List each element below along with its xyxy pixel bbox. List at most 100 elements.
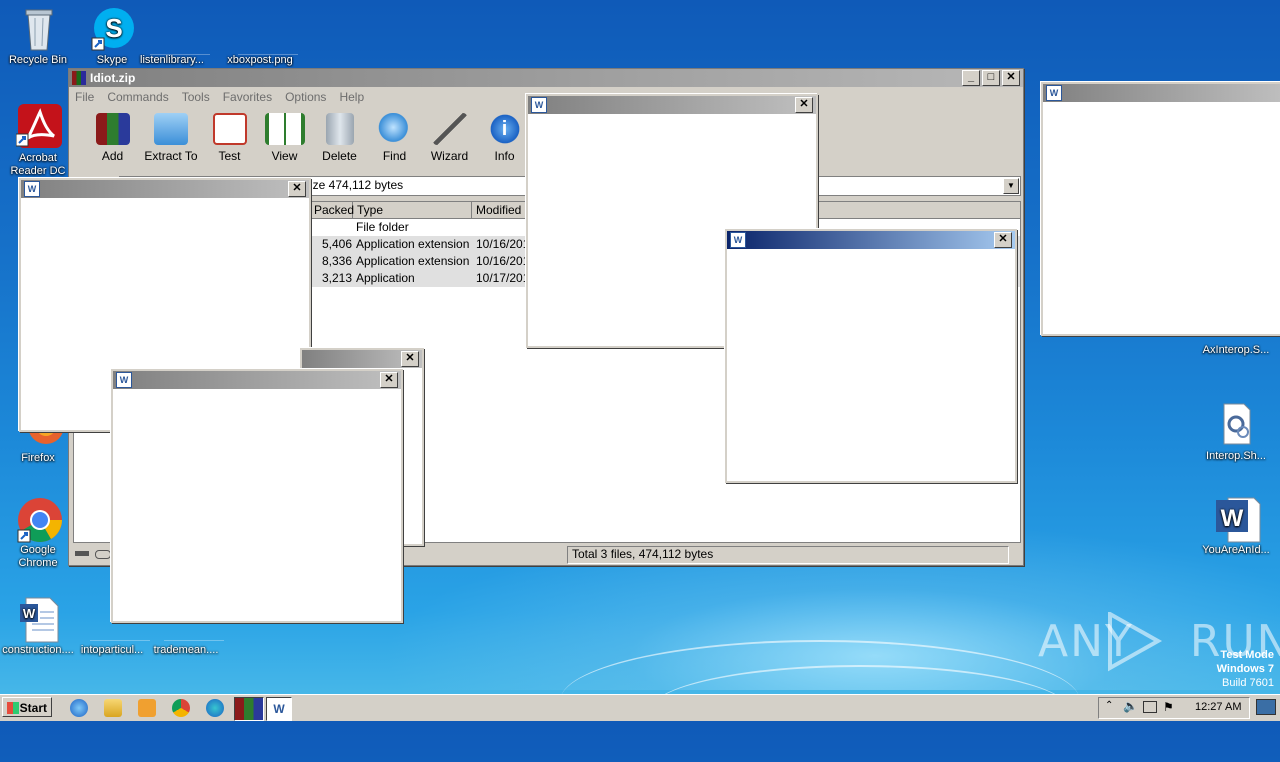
wand-icon (432, 113, 467, 145)
test-mode-line: Build 7601 (1222, 677, 1274, 689)
wizard-button[interactable]: Wizard (422, 107, 477, 163)
desktop-icon-label: Interop.Sh... (1206, 450, 1266, 462)
magnifier-icon (377, 113, 412, 145)
info-icon: i (487, 113, 522, 145)
cell-type: Application extension (356, 237, 470, 251)
status-text: Total 3 files, 474,112 bytes (572, 547, 714, 561)
cell-packed: 8,336 (321, 254, 352, 268)
media-player-icon[interactable] (138, 699, 156, 717)
minimize-button[interactable]: _ (962, 70, 980, 86)
window-title: Idiot.zip (90, 71, 136, 85)
volume-icon[interactable]: 🔈 (1123, 699, 1138, 713)
info-button[interactable]: i Info (477, 107, 532, 163)
key-icon (95, 550, 111, 559)
popup-titlebar[interactable]: W ✕ (113, 371, 401, 389)
close-button[interactable]: ✕ (1002, 70, 1020, 86)
desktop-icon-label: intoparticul... (80, 644, 144, 656)
column-packed[interactable]: Packed (310, 202, 354, 218)
cell-packed: 5,406 (321, 237, 352, 251)
desktop-icon-acrobat[interactable]: Acrobat Reader DC (0, 104, 76, 178)
word-taskbar-icon[interactable]: W (266, 697, 292, 721)
close-button[interactable]: ✕ (401, 351, 419, 367)
desktop-icon-recycle-bin[interactable]: Recycle Bin (0, 6, 76, 67)
cell-modified: 10/16/201 (476, 237, 530, 251)
menu-help[interactable]: Help (339, 90, 364, 104)
close-button[interactable]: ✕ (380, 372, 398, 388)
desktop-icon-label: Google Chrome (18, 544, 58, 569)
windows-logo-icon (7, 702, 19, 714)
popup-titlebar[interactable]: W ✕ (21, 180, 309, 198)
test-mode-line: Test Mode (1220, 649, 1274, 661)
desktop-icon-interop[interactable]: Interop.Sh... (1198, 402, 1274, 463)
delete-button[interactable]: Delete (312, 107, 367, 163)
add-button[interactable]: Add (85, 107, 140, 163)
view-button[interactable]: View (257, 107, 312, 163)
desktop-icon-listenlibrary[interactable]: listenlibrary... (134, 6, 210, 67)
desktop-icon-label: Firefox (21, 452, 55, 464)
desktop-icon-chrome[interactable]: Google Chrome (0, 496, 76, 570)
test-mode-line: Windows 7 (1216, 663, 1274, 675)
test-mode-text: Test Mode Windows 7 Build 7601 (1217, 648, 1274, 690)
tray-arrow-icon[interactable]: ⌃ (1105, 700, 1113, 711)
popup-body (1043, 102, 1280, 334)
cell-type: File folder (356, 220, 409, 234)
test-button[interactable]: Test (202, 107, 257, 163)
tool-label: Add (101, 149, 124, 163)
flag-icon[interactable]: ⚑ (1163, 700, 1174, 714)
ie-icon[interactable] (70, 699, 88, 717)
extract-to-button[interactable]: Extract To (140, 107, 202, 163)
desktop-icon-construction[interactable]: W construction.... (0, 596, 76, 657)
desktop-icon-label: Recycle Bin (8, 54, 68, 66)
menu-favorites[interactable]: Favorites (223, 90, 272, 104)
explorer-folder-icon[interactable] (104, 699, 122, 717)
winrar-taskbar-icon[interactable] (234, 697, 264, 721)
column-type[interactable]: Type (353, 202, 472, 218)
word-icon: W (116, 372, 132, 388)
word-icon: W (1046, 85, 1062, 101)
edge-icon[interactable] (206, 699, 224, 717)
menu-commands[interactable]: Commands (107, 90, 168, 104)
word-document-icon: W (1214, 496, 1261, 543)
popup-window[interactable]: W ✕ (111, 369, 403, 623)
network-icon[interactable] (1143, 701, 1157, 713)
address-text: ize 474,112 bytes (310, 178, 404, 192)
close-button[interactable]: ✕ (994, 232, 1012, 248)
menu-file[interactable]: File (75, 90, 94, 104)
add-archive-icon (95, 113, 130, 145)
file-icon (150, 6, 210, 55)
tool-label: Find (382, 149, 407, 163)
show-desktop-button[interactable] (1256, 699, 1276, 715)
cell-packed (310, 219, 356, 236)
cell-type: Application extension (356, 254, 470, 268)
dll-file-icon (1214, 402, 1258, 446)
word-document-icon: W (16, 596, 60, 643)
chrome-taskbar-icon[interactable] (172, 699, 190, 717)
popup-titlebar[interactable]: W (1043, 84, 1280, 102)
desktop-icon-youareanidiot[interactable]: W YouAreAnId... (1198, 496, 1274, 557)
menu-options[interactable]: Options (285, 90, 326, 104)
popup-titlebar[interactable]: ✕ (302, 350, 422, 368)
popup-body (113, 389, 401, 621)
tool-label: View (271, 149, 298, 163)
maximize-button[interactable]: □ (982, 70, 1000, 86)
clock[interactable]: 12:27 AM (1195, 701, 1241, 713)
start-button[interactable]: Start (2, 697, 52, 717)
tool-label: Delete (322, 149, 357, 163)
menu-tools[interactable]: Tools (182, 90, 210, 104)
popup-window[interactable]: W (1041, 82, 1280, 336)
find-button[interactable]: Find (367, 107, 422, 163)
close-button[interactable]: ✕ (795, 97, 813, 113)
folder-icon (154, 113, 188, 145)
desktop-icon-xboxpost[interactable]: xboxpost.png (222, 6, 298, 67)
popup-titlebar[interactable]: W ✕ (727, 231, 1015, 249)
desktop-icon-label: YouAreAnId... (1202, 544, 1270, 556)
popup-titlebar[interactable]: W ✕ (528, 96, 816, 114)
recycle-bin-icon (16, 6, 60, 51)
popup-window-active[interactable]: W ✕ (725, 229, 1017, 483)
close-button[interactable]: ✕ (288, 181, 306, 197)
tool-label: Info (494, 149, 515, 163)
address-dropdown-button[interactable]: ▼ (1003, 178, 1019, 194)
anyrun-watermark: ANY RUN (1038, 610, 1280, 672)
word-icon: W (24, 181, 40, 197)
winrar-titlebar[interactable]: Idiot.zip _ □ ✕ (69, 69, 1023, 87)
